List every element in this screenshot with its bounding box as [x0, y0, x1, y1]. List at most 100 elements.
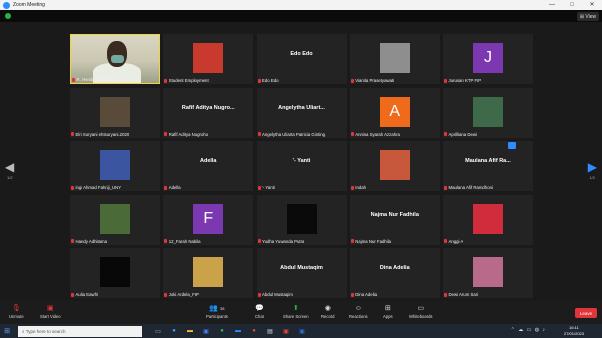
mic-muted-icon	[350, 292, 354, 297]
participant-name: Indah	[355, 185, 367, 190]
participant-tile[interactable]: Angelytha Uliart... Angelytha Uliarta Pat…	[256, 87, 347, 138]
participant-name-label: Vianita Prasetyawati	[350, 78, 395, 83]
record-button[interactable]: ◉ Record	[321, 304, 335, 319]
participant-photo	[193, 43, 224, 73]
task-view-icon[interactable]: ▭	[150, 328, 166, 335]
maximize-button[interactable]: □	[562, 0, 582, 10]
participant-tile[interactable]: Najma Nur Fadhila Najma Nur Fadhila	[349, 194, 440, 245]
participant-name-label: ingi Ahmad Fahriji_UNY	[71, 185, 121, 190]
participant-name: Abdul Mustaqim	[262, 292, 293, 297]
participant-tile[interactable]: Aulia Eawfri	[70, 248, 160, 298]
participant-tile[interactable]: F 12_Farah Nabila	[163, 194, 254, 245]
file-explorer-icon[interactable]: ▬	[182, 328, 198, 335]
whiteboards-button[interactable]: ▭ Whiteboards	[409, 304, 433, 319]
participant-tile[interactable]: Elri Suryani ehtsuryani.2020	[70, 87, 160, 138]
participant-name: Aulia Eawfri	[75, 292, 99, 297]
participant-name-label: Adella	[164, 185, 181, 190]
participant-tile[interactable]: Dina Adelia Dina Adelia	[349, 248, 440, 298]
zoom-taskbar-icon[interactable]: ▬	[230, 328, 246, 335]
taskbar-search-input[interactable]: ⌕ Type here to search	[18, 325, 142, 337]
mic-muted-icon	[72, 77, 75, 82]
mic-muted-icon	[350, 239, 354, 243]
raise-hand-icon	[508, 142, 516, 149]
unmute-button[interactable]: 🎙 Unmute	[9, 304, 24, 319]
participant-name: Vianita Prasetyawati	[355, 78, 395, 83]
participant-name-label: '- Yanti	[257, 185, 275, 190]
participant-tile[interactable]: Abdul Mustaqim Abdul Mustaqim	[256, 248, 347, 298]
participant-name: Joki Ardela_FIP	[168, 292, 199, 297]
word-icon[interactable]: ▣	[294, 328, 310, 335]
leave-button[interactable]: Leave	[575, 308, 597, 318]
participant-name-label: Anggi A	[444, 239, 463, 244]
participant-photo	[379, 43, 410, 73]
participant-tile[interactable]: Rafif Aditya Nugro... Rafif Aditya Nugroh…	[163, 87, 254, 138]
participant-name: Dewi Arum Sari	[448, 292, 479, 297]
windows-start-icon[interactable]: ⊞	[0, 327, 14, 335]
participant-photo	[379, 150, 410, 180]
participant-tile[interactable]: Maulana Afif Ra... Maulana Afif Ramdhoni	[443, 141, 533, 191]
participant-tile[interactable]: Aprilliana Dewi	[443, 87, 533, 138]
participant-tile[interactable]: Edo Edo Edo Edo	[256, 34, 347, 84]
participant-name-label: Dina Adelia	[350, 292, 377, 297]
prev-page-icon[interactable]: ◀	[5, 160, 14, 174]
record-icon: ◉	[324, 305, 331, 312]
view-button[interactable]: ⊞ View	[577, 12, 599, 21]
participant-display-name: Angelytha Uliart...	[278, 104, 325, 111]
participant-name-label: Annisa Syarah Azzahra	[350, 132, 400, 137]
share-screen-button[interactable]: ⬆ Share Screen	[283, 304, 309, 319]
participant-name-label: Dewi Arum Sari	[444, 292, 478, 297]
start-video-button[interactable]: ▣ Start Video	[40, 304, 61, 319]
participant-tile[interactable]: A Annisa Syarah Azzahra	[349, 87, 440, 138]
minimize-button[interactable]: —	[542, 0, 562, 10]
participant-tile[interactable]: Anggi A	[443, 194, 533, 245]
participant-name: Yudha Yuwanda Putra	[262, 238, 305, 244]
participant-name-label: Yudha Yuwanda Putra	[257, 238, 305, 244]
participant-name: Dina Adelia	[355, 292, 377, 297]
participant-tile[interactable]: Yudha Yuwanda Putra	[256, 194, 347, 245]
participant-name: Edo Edo	[262, 78, 279, 83]
participant-tile[interactable]: Dewi Arum Sari	[443, 248, 533, 298]
close-button[interactable]: ✕	[582, 0, 602, 10]
participant-name-label: Maulana Afif Ramdhoni	[444, 185, 493, 190]
participant-tile[interactable]: R. Hendra Nugraha	[70, 34, 160, 84]
participant-tile[interactable]: Vianita Prasetyawati	[349, 34, 440, 84]
next-page-icon[interactable]: ▶	[588, 160, 597, 174]
reactions-button[interactable]: ☺ Reactions	[349, 304, 368, 319]
participant-name-label: Student Employment	[164, 78, 209, 83]
system-tray-icons[interactable]: ⌃ ☁ ▭ ◍ ♪	[511, 327, 546, 333]
chat-button[interactable]: 💬 Chat	[255, 304, 264, 319]
mic-muted-icon	[444, 132, 447, 136]
participant-avatar: J	[473, 43, 503, 73]
participant-tile[interactable]: ingi Ahmad Fahriji_UNY	[70, 141, 160, 191]
participants-button[interactable]: 👥 38 Participants	[206, 304, 228, 319]
mic-muted-icon	[350, 78, 354, 83]
share-screen-icon: ⬆	[292, 305, 299, 312]
gallery-grid: R. Hendra Nugraha Student Employment Edo E…	[70, 34, 533, 298]
powerpoint-icon[interactable]: ▣	[278, 328, 294, 335]
chrome-icon[interactable]: ●	[246, 328, 262, 335]
participant-tile[interactable]: Adella Adella	[163, 141, 254, 191]
security-shield-icon[interactable]	[5, 13, 11, 19]
participant-name: Maulana Afif Ramdhoni	[448, 185, 493, 190]
edge-icon[interactable]: ●	[166, 328, 182, 335]
participant-name: 12_Farah Nabila	[168, 238, 201, 244]
participant-name-label: 12_Farah Nabila	[164, 238, 201, 244]
participant-name-label: Abdul Mustaqim	[257, 292, 293, 297]
participant-tile[interactable]: '- Yanti '- Yanti	[256, 141, 347, 191]
app-icon[interactable]: ▤	[262, 328, 278, 335]
participant-tile[interactable]: J Jurusan KTP FIP	[443, 34, 533, 84]
participant-tile[interactable]: Student Employment	[163, 34, 254, 84]
participant-tile[interactable]: Joki Ardela_FIP	[163, 248, 254, 298]
taskbar-clock[interactable]: 16:11 27/01/2023	[564, 325, 584, 336]
mic-muted-icon	[71, 132, 74, 136]
participant-photo	[100, 96, 130, 127]
mic-muted-icon	[350, 132, 354, 136]
clock-date: 27/01/2023	[563, 330, 584, 336]
participant-tile[interactable]: Indah	[349, 141, 440, 191]
whatsapp-icon[interactable]: ●	[214, 328, 230, 335]
chat-label: Chat	[255, 314, 264, 319]
apps-button[interactable]: ⊞ Apps	[383, 304, 393, 319]
participant-name: R. Hendra Nugraha	[76, 77, 114, 82]
participant-tile[interactable]: Handy Adhitama	[70, 194, 160, 245]
store-icon[interactable]: ▣	[198, 328, 214, 335]
